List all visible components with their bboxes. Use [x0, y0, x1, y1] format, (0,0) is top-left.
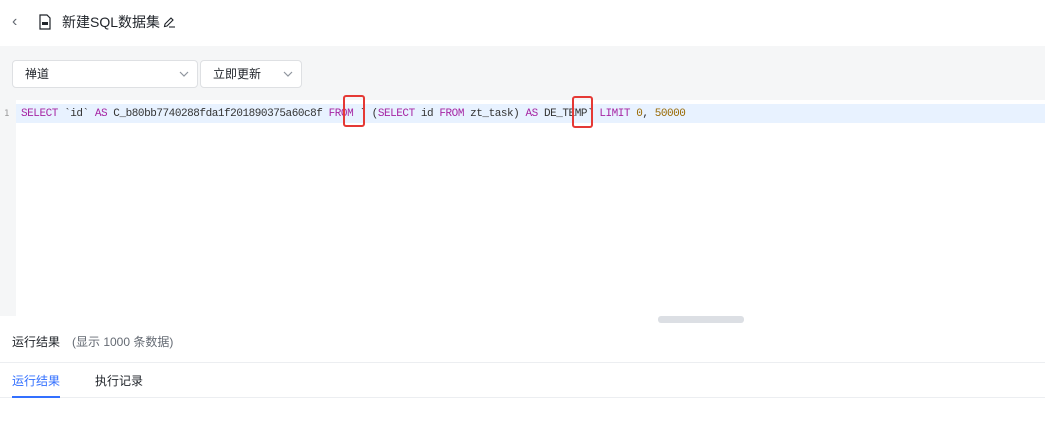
tab-execution-log[interactable]: 执行记录: [95, 373, 143, 389]
header-bar: ‹ 新建SQL数据集: [0, 0, 1045, 44]
code-keyword: LIMIT: [599, 108, 631, 120]
code-text: C_b80bb7740288fda1f201890375a60c8f: [107, 108, 329, 120]
chevron-down-icon: [283, 71, 293, 77]
datasource-select-value: 禅道: [25, 67, 50, 81]
results-row-count-note: (显示 1000 条数据): [72, 335, 174, 349]
editor-resize-handle[interactable]: [658, 316, 744, 323]
code-keyword: FROM: [439, 108, 464, 120]
pencil-icon[interactable]: [162, 14, 176, 28]
chevron-left-icon[interactable]: ‹: [12, 12, 26, 32]
highlight-box-1: [343, 95, 365, 127]
code-text: ,: [642, 108, 655, 120]
page-title: 新建SQL数据集: [62, 14, 161, 30]
code-keyword: AS: [94, 108, 108, 120]
code-text: `id`: [57, 108, 95, 120]
update-mode-select[interactable]: 立即更新: [200, 60, 302, 88]
highlight-box-2: [572, 96, 593, 128]
active-tab-indicator: [12, 396, 60, 398]
code-text: zt_task): [463, 108, 526, 120]
results-title: 运行结果: [12, 335, 61, 349]
code-keyword: SELECT: [377, 108, 415, 120]
results-tabs: 运行结果 执行记录: [0, 363, 1045, 398]
datasource-select[interactable]: 禅道: [12, 60, 198, 88]
editor-gutter: 1: [0, 100, 16, 316]
line-number: 1: [4, 109, 10, 119]
sql-editor[interactable]: 1 SELECT `id` AS C_b80bb7740288fda1f2018…: [0, 95, 1045, 316]
code-text: id: [414, 108, 440, 120]
code-number: 50000: [654, 108, 686, 120]
sql-file-icon: [39, 14, 51, 30]
chevron-down-icon: [179, 71, 189, 77]
code-area[interactable]: SELECT `id` AS C_b80bb7740288fda1f201890…: [16, 95, 1045, 316]
tab-run-results[interactable]: 运行结果: [12, 373, 60, 389]
code-keyword: SELECT: [21, 108, 58, 120]
toolbar: 禅道 立即更新: [0, 46, 1045, 100]
update-mode-select-value: 立即更新: [213, 67, 262, 81]
results-header: 运行结果 (显示 1000 条数据): [0, 324, 1045, 363]
code-keyword: AS: [525, 108, 538, 120]
